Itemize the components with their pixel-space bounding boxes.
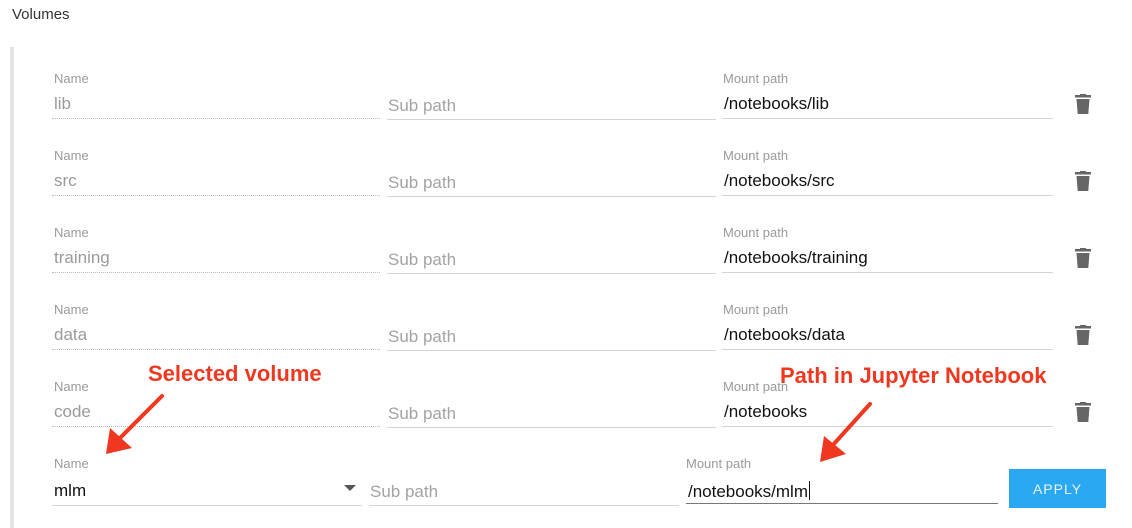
subpath-field[interactable]: Sub path [388,404,456,424]
trash-icon[interactable] [1075,94,1091,114]
name-label: Name [54,225,89,240]
mount-path-underline [722,118,1053,119]
mount-path-field[interactable]: /notebooks/training [724,248,868,268]
name-field: training [54,248,110,267]
name-label: Name [54,71,89,86]
mount-path-label: Mount path [723,148,789,163]
subpath-field-underline [387,350,716,351]
subpath-field-underline [387,119,716,120]
mount-path-field[interactable]: /notebooks/mlm [688,481,810,502]
annotation-arrow-icon [106,394,164,454]
subpath-field[interactable]: Sub path [388,327,456,347]
name-field: src [54,171,77,190]
mount-path-field[interactable]: /notebooks/data [724,325,845,345]
subpath-field-underline [387,273,716,274]
subpath-field[interactable]: Sub path [388,96,456,116]
subpath-field-underline [387,427,716,428]
volume-select-underline [52,505,362,506]
mount-path-underline [722,349,1053,350]
mount-path-underline [686,503,998,504]
mount-path-underline [722,426,1053,427]
section-divider [10,47,14,528]
trash-icon[interactable] [1075,402,1091,422]
mount-path-field[interactable]: /notebooks/src [724,171,835,191]
mount-path-field[interactable]: /notebooks [724,402,807,422]
mount-path-label: Mount path [723,302,789,317]
name-label: Name [54,456,89,471]
annotation-arrow-icon [820,402,872,462]
mount-path-label: Mount path [686,456,752,471]
text-cursor [809,481,810,500]
section-title: Volumes [12,6,70,23]
subpath-field[interactable]: Sub path [370,482,438,502]
name-field-underline [52,118,380,119]
name-field: lib [54,94,72,113]
mount-path-label: Mount path [723,71,789,86]
name-field: code [54,402,91,421]
subpath-field[interactable]: Sub path [388,173,456,193]
mount-path-label: Mount path [723,225,789,240]
subpath-field-underline [387,196,716,197]
apply-button[interactable]: APPLY [1009,469,1106,508]
mount-path-value: /notebooks/mlm [688,482,808,501]
mount-path-underline [722,272,1053,273]
name-label: Name [54,302,89,317]
annotation-path-in-notebook: Path in Jupyter Notebook [780,363,1047,388]
trash-icon[interactable] [1075,248,1091,268]
name-label: Name [54,148,89,163]
mount-path-field[interactable]: /notebooks/lib [724,94,829,114]
name-field-underline [52,272,380,273]
name-field-underline [52,349,380,350]
name-field-underline [52,195,380,196]
caret-down-icon[interactable] [344,485,356,491]
trash-icon[interactable] [1075,325,1091,345]
volume-select[interactable]: mlm [54,481,86,501]
annotation-selected-volume: Selected volume [148,361,322,386]
subpath-field[interactable]: Sub path [388,250,456,270]
mount-path-label: Mount path [723,379,789,394]
mount-path-underline [722,195,1053,196]
name-field: data [54,325,88,344]
subpath-field-underline [369,505,679,506]
trash-icon[interactable] [1075,171,1091,191]
name-label: Name [54,379,89,394]
